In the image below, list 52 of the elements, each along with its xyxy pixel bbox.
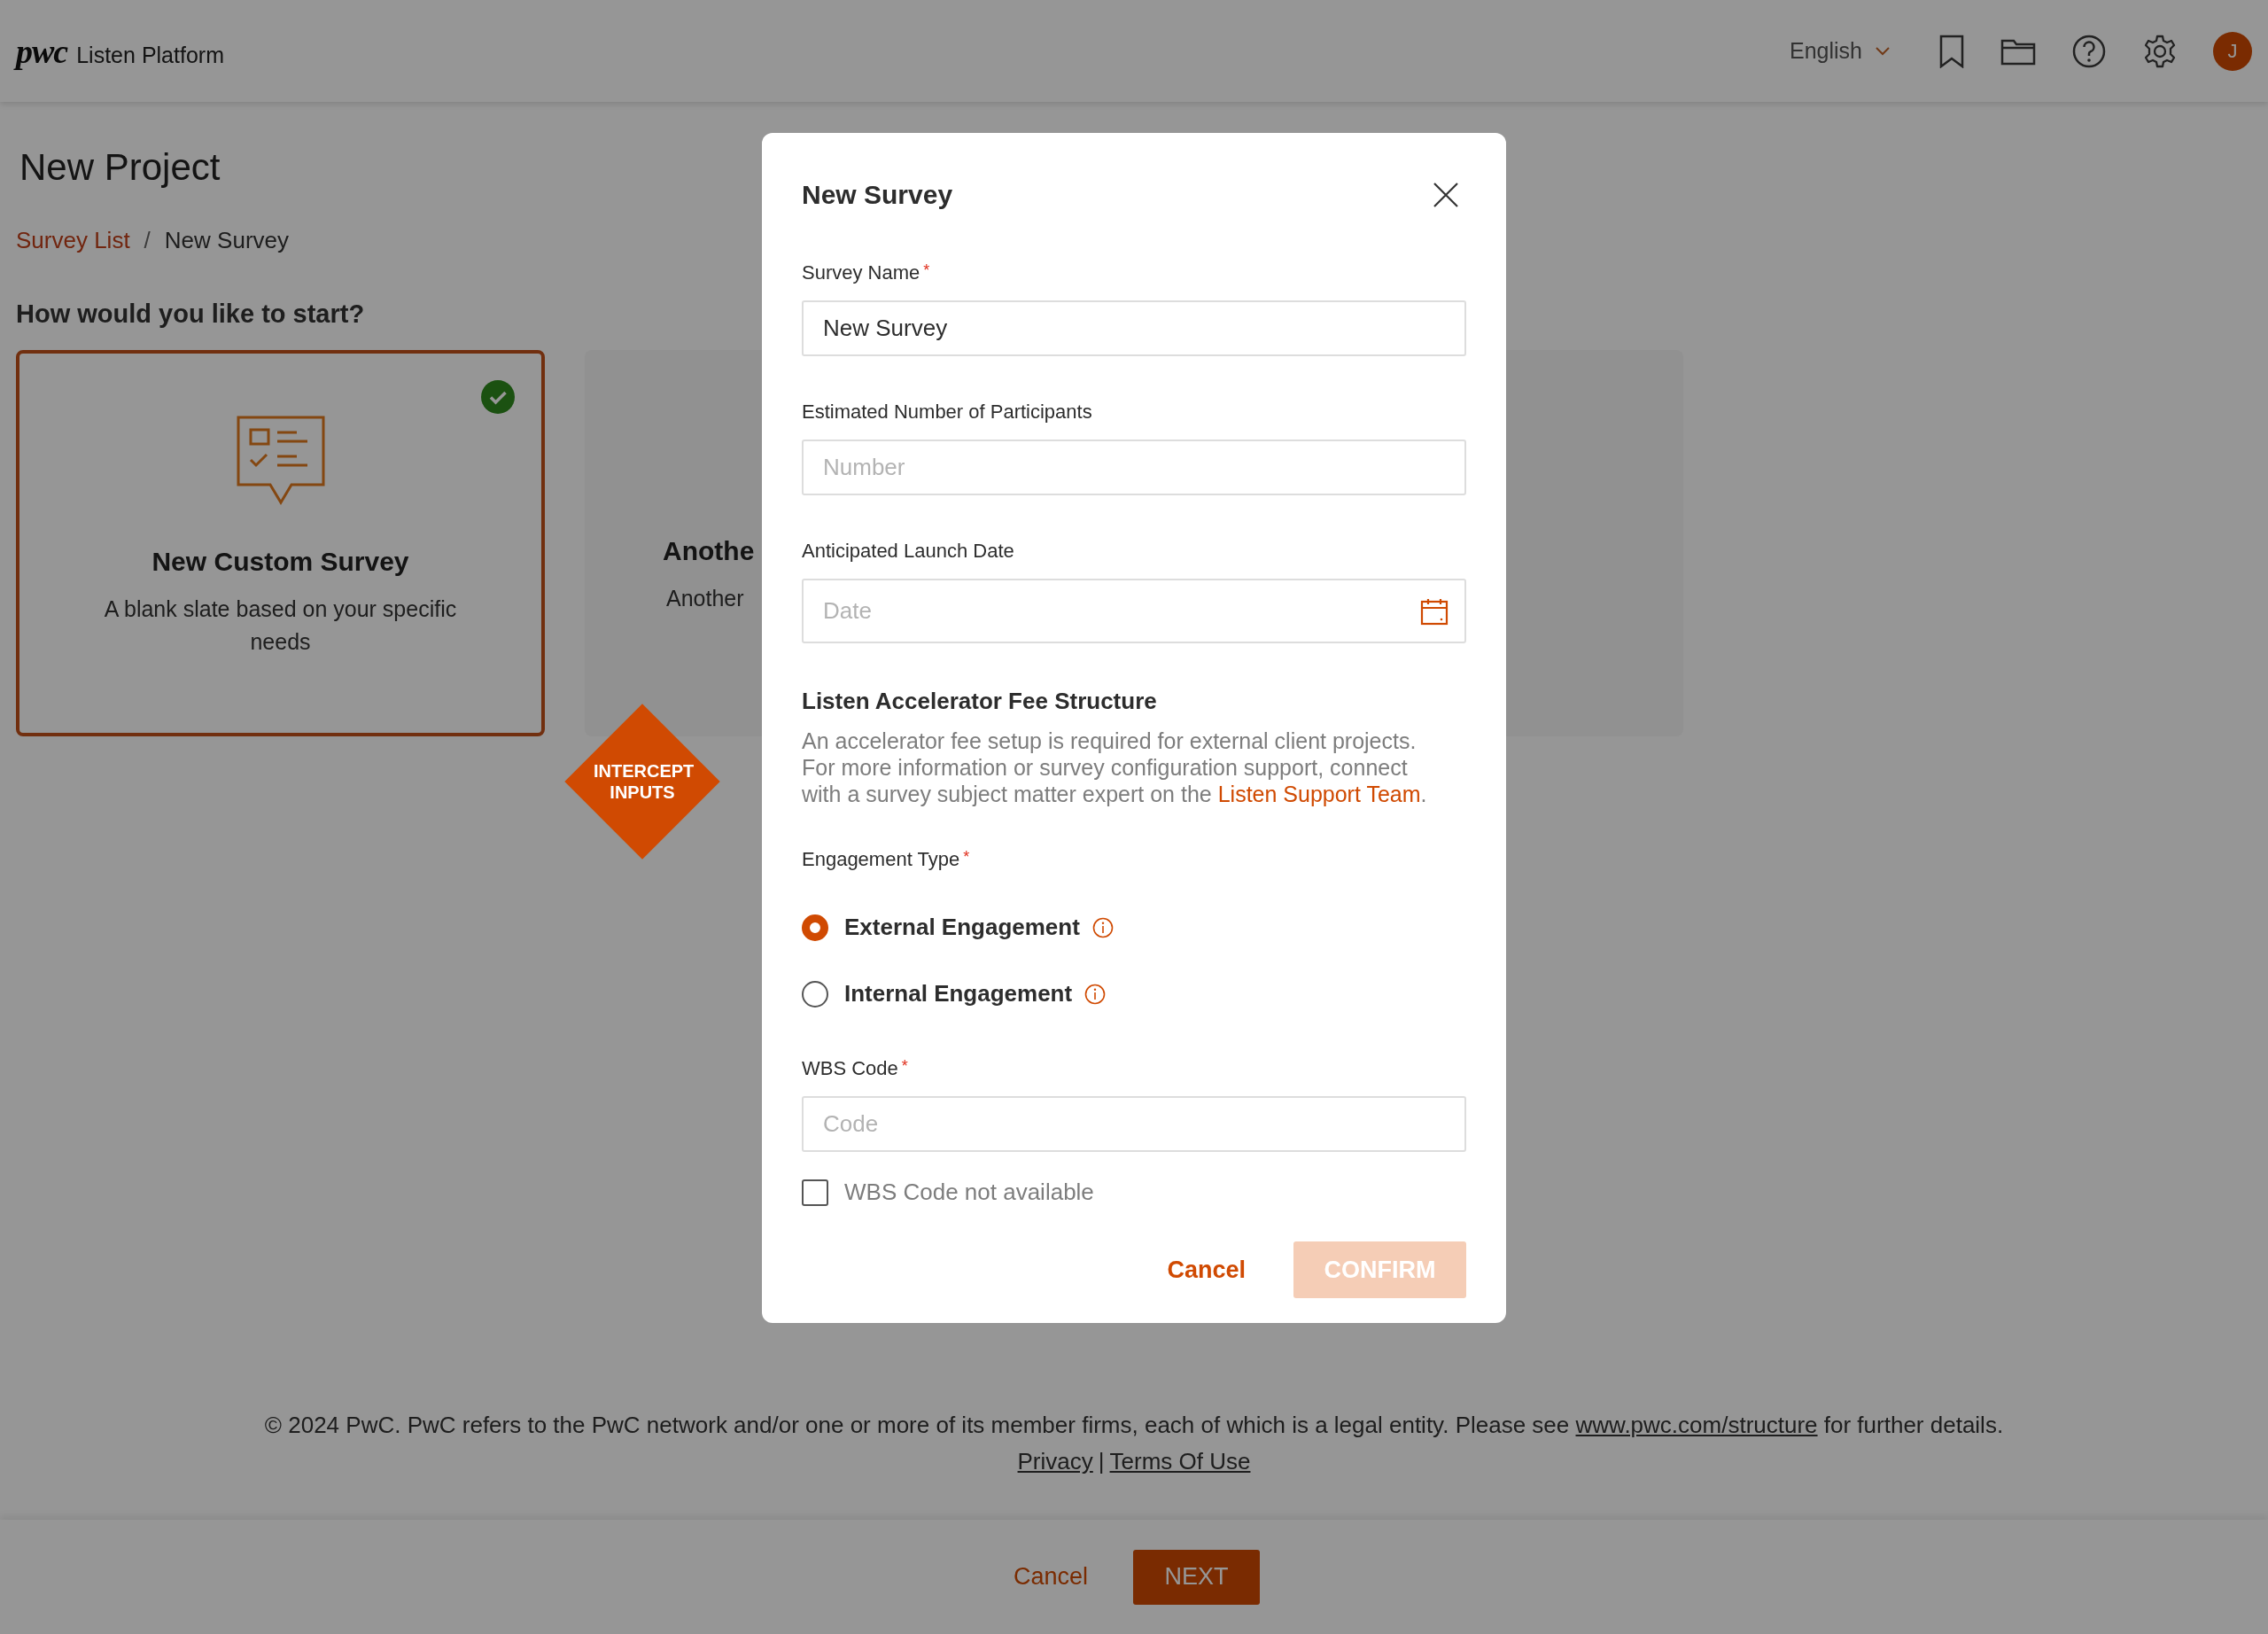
option-description: Another bbox=[666, 585, 744, 612]
checkbox[interactable] bbox=[802, 1179, 828, 1206]
radio-label[interactable]: Internal Engagement bbox=[844, 980, 1073, 1008]
survey-name-field[interactable]: New Survey bbox=[802, 300, 1466, 356]
option-title: New Custom Survey bbox=[151, 547, 409, 577]
launch-date-field[interactable]: Date bbox=[802, 579, 1466, 643]
check-circle-icon bbox=[481, 380, 515, 414]
required-mark: * bbox=[901, 1057, 908, 1077]
cancel-button[interactable]: Cancel bbox=[1007, 1562, 1093, 1591]
breadcrumb-link[interactable]: Survey List bbox=[16, 227, 130, 254]
option-card[interactable]: New Custom Survey A blank slate based on your specific needs bbox=[16, 350, 545, 736]
field-label: Estimated Number of Participants bbox=[802, 401, 1092, 424]
next-button[interactable]: NEXT bbox=[1133, 1549, 1260, 1605]
radio-button[interactable] bbox=[802, 914, 828, 941]
close-icon[interactable] bbox=[1433, 182, 1459, 208]
field-label: Survey Name bbox=[802, 261, 920, 284]
bookmark-icon[interactable] bbox=[1938, 34, 1965, 68]
required-mark: * bbox=[923, 261, 930, 281]
page-title: New Project bbox=[19, 146, 221, 189]
dialog-title: New Survey bbox=[802, 180, 953, 210]
info-icon[interactable] bbox=[1091, 916, 1114, 938]
field-label: Engagement Type bbox=[802, 848, 960, 871]
section-title: Listen Accelerator Fee Structure bbox=[802, 688, 1158, 715]
breadcrumb-current: New Survey bbox=[164, 227, 289, 254]
start-prompt: How would you like to start? bbox=[16, 300, 365, 329]
breadcrumb-separator: / bbox=[144, 227, 151, 254]
field-label: Anticipated Launch Date bbox=[802, 540, 1014, 563]
required-mark: * bbox=[963, 848, 970, 868]
radio-label[interactable]: External Engagement bbox=[844, 914, 1080, 941]
structure-link[interactable]: www.pwc.com/structure bbox=[1575, 1412, 1818, 1438]
participants-field[interactable]: Number bbox=[802, 440, 1466, 495]
user-avatar[interactable]: J bbox=[2213, 31, 2252, 71]
fee-description: An accelerator fee setup is required for external client projects. For more information or survey configuration support, connect with a survey subject matter expert on the Listen Support Team. bbox=[802, 728, 1428, 807]
support-team-link[interactable]: Listen Support Team bbox=[1217, 782, 1421, 806]
copyright-text: © 2024 PwC. PwC refers to the PwC network and/or one or more of its member firms, each of which is a legal entity. Please see www.pwc.com/structure for further details. bbox=[263, 1412, 2005, 1439]
settings-icon[interactable] bbox=[2142, 33, 2178, 69]
app-name: Listen Platform bbox=[76, 42, 224, 68]
footer-link[interactable]: Terms Of Use bbox=[1109, 1448, 1251, 1475]
footer-link[interactable]: Privacy bbox=[1017, 1448, 1093, 1475]
calendar-icon[interactable] bbox=[1420, 597, 1449, 626]
radio-button[interactable] bbox=[802, 980, 828, 1008]
checkbox-label[interactable]: WBS Code not available bbox=[844, 1179, 1094, 1206]
language-dropdown[interactable]: English bbox=[1790, 38, 1891, 64]
option-description: A blank slate based on your specific needs bbox=[103, 595, 458, 656]
wbs-code-field[interactable]: Code bbox=[802, 1096, 1466, 1152]
info-icon[interactable] bbox=[1084, 983, 1107, 1005]
chevron-down-icon bbox=[1875, 45, 1891, 57]
field-label: WBS Code bbox=[802, 1057, 898, 1080]
cancel-button[interactable]: Cancel bbox=[1161, 1255, 1251, 1285]
option-title: Anothe bbox=[663, 536, 755, 566]
help-icon[interactable] bbox=[2071, 33, 2107, 69]
link-separator: | bbox=[1098, 1448, 1105, 1475]
